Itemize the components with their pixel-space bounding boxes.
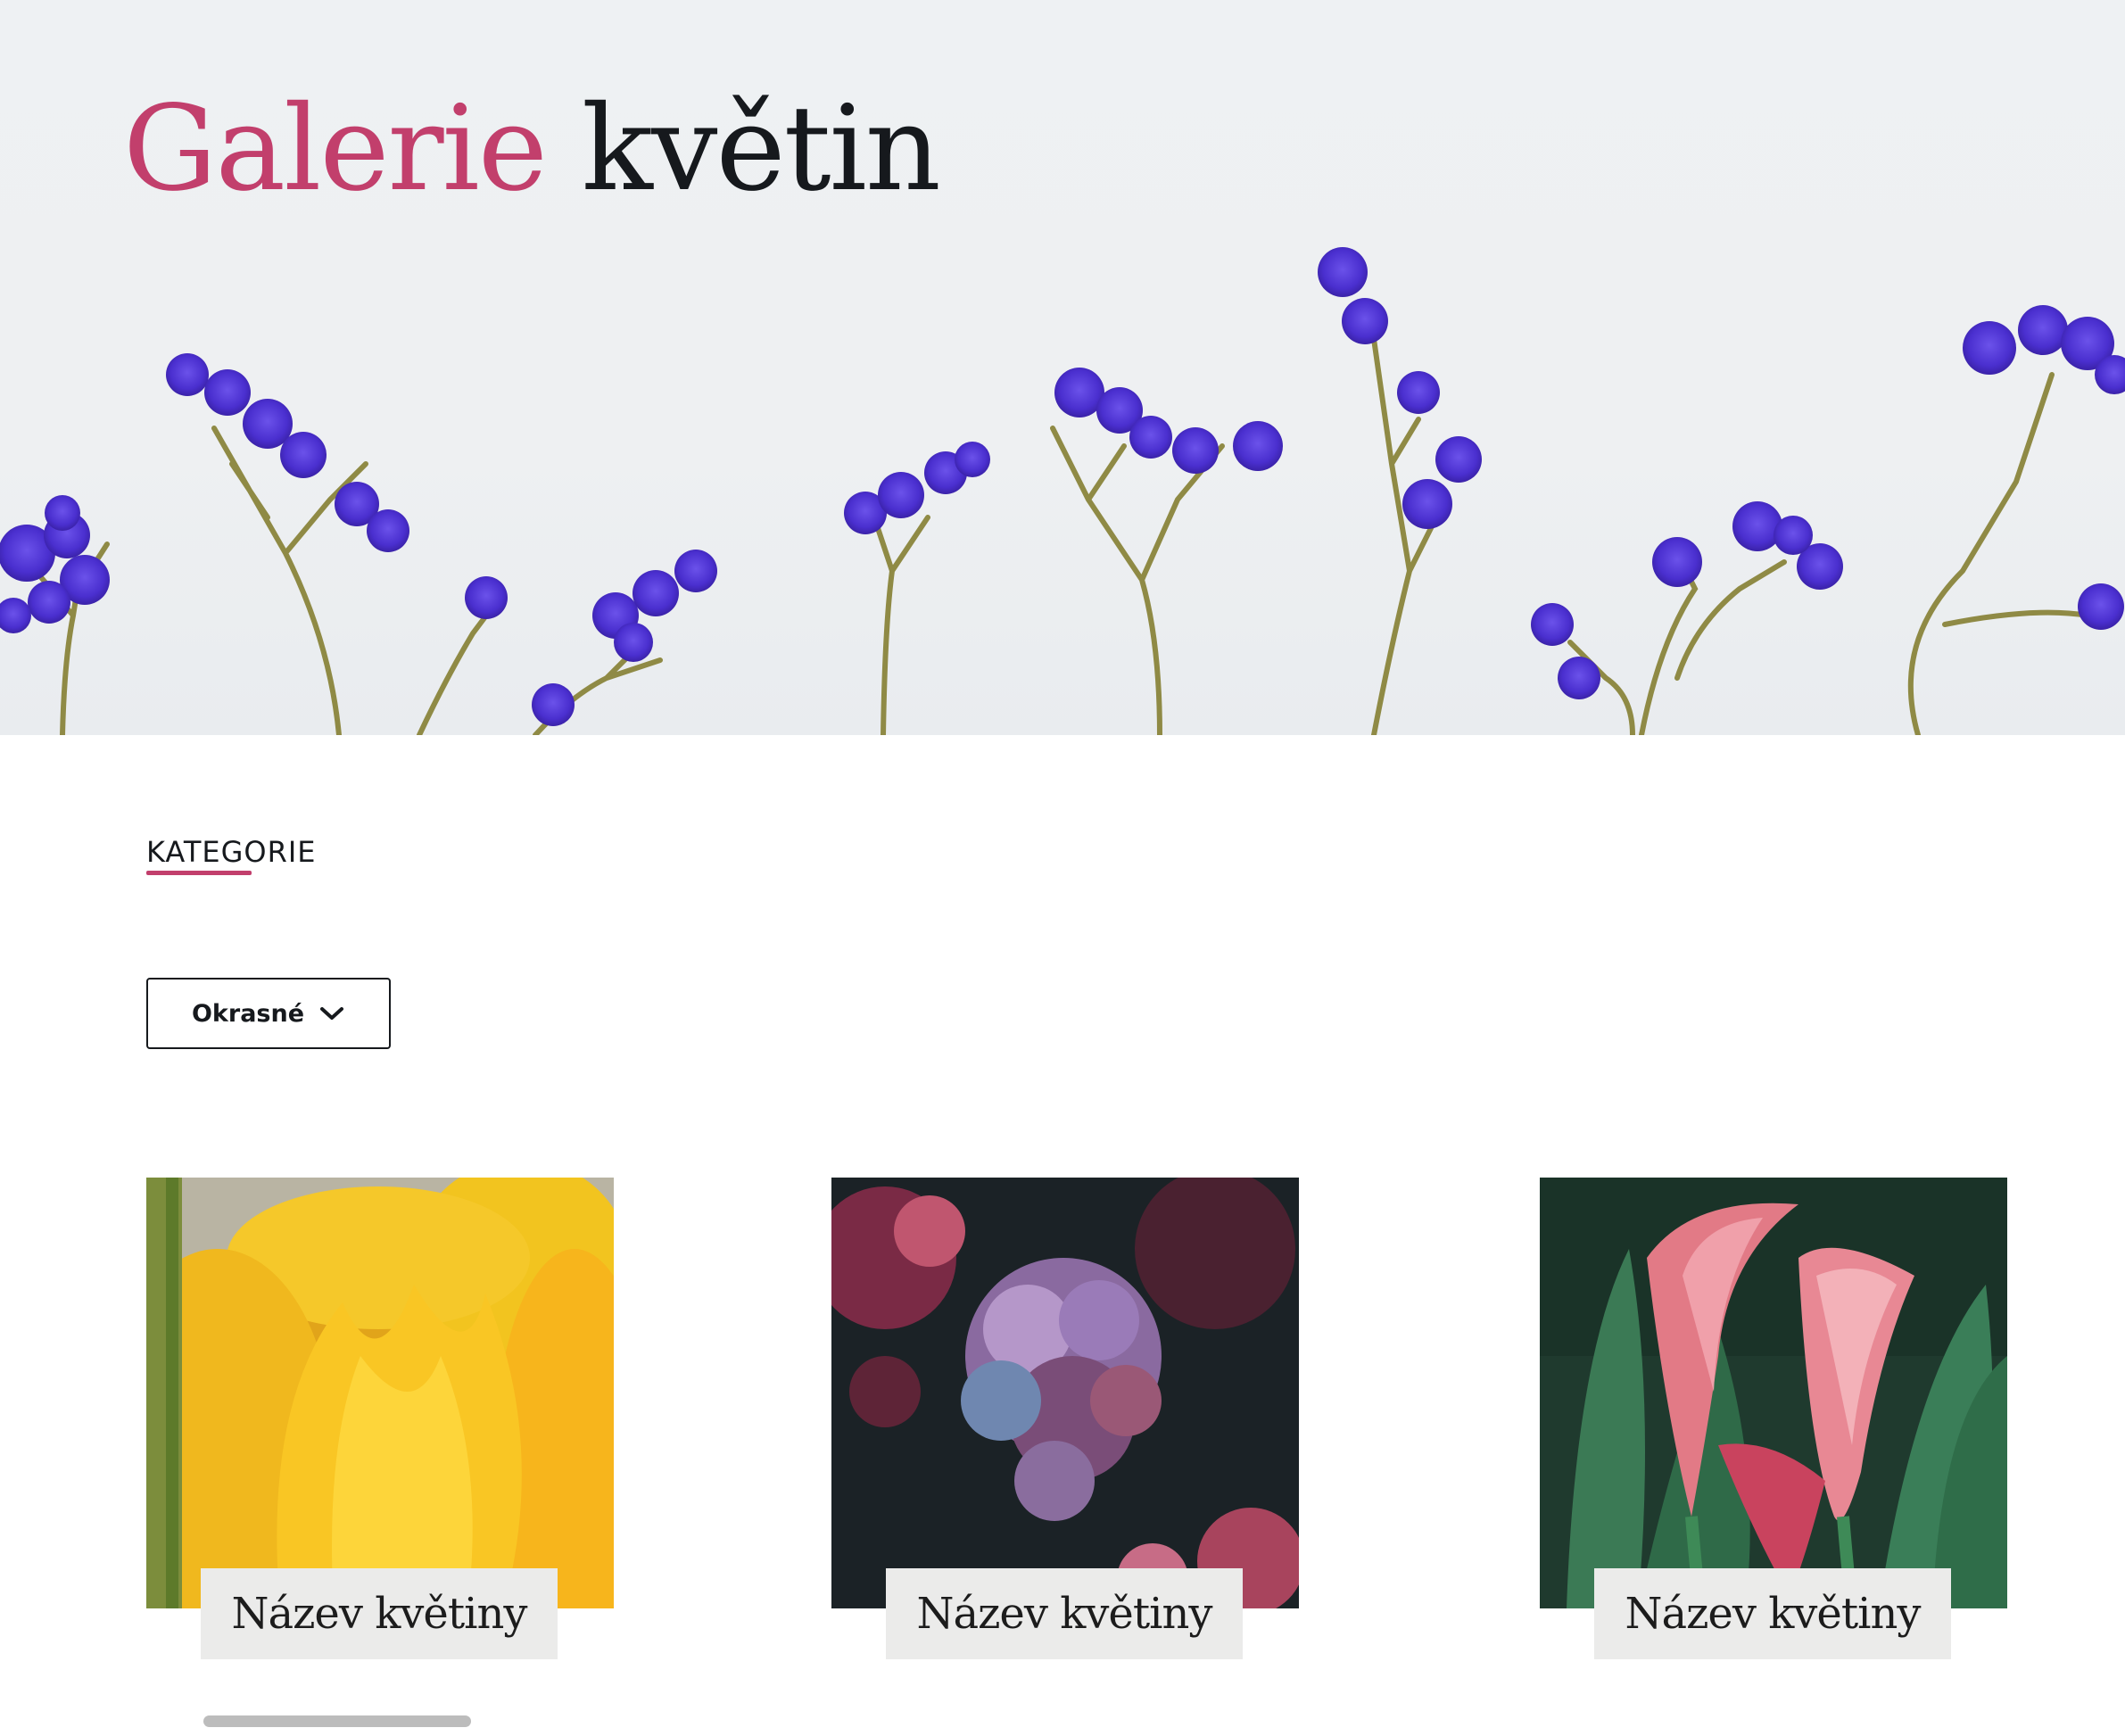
flower-card-1[interactable]: Název květiny [146, 1178, 614, 1659]
horizontal-scrollbar[interactable] [203, 1715, 471, 1727]
categories-heading: KATEGORIE [146, 835, 317, 869]
category-dropdown-value: Okrasné [191, 999, 305, 1028]
hero-banner: Galerie květin [0, 0, 2125, 735]
flower-image-hydrangea [831, 1178, 1299, 1608]
flower-image-tulip [146, 1178, 614, 1608]
flower-image-calla-lily [1540, 1178, 2007, 1608]
flower-card-2[interactable]: Název květiny [831, 1178, 1299, 1659]
flower-name: Název květiny [916, 1589, 1213, 1639]
page-title: Galerie květin [123, 79, 941, 219]
flower-card-caption: Název květiny [201, 1568, 558, 1659]
categories-underline [146, 871, 252, 875]
chevron-down-icon [320, 1007, 344, 1020]
flower-card-3[interactable]: Název květiny [1540, 1178, 2007, 1659]
category-dropdown[interactable]: Okrasné [146, 978, 391, 1049]
page-title-main: květin [581, 80, 941, 218]
page-title-accent: Galerie [123, 80, 548, 218]
flower-name: Název květiny [231, 1589, 528, 1639]
flower-name: Název květiny [1625, 1589, 1922, 1639]
flower-card-caption: Název květiny [886, 1568, 1243, 1659]
flower-card-caption: Název květiny [1594, 1568, 1951, 1659]
